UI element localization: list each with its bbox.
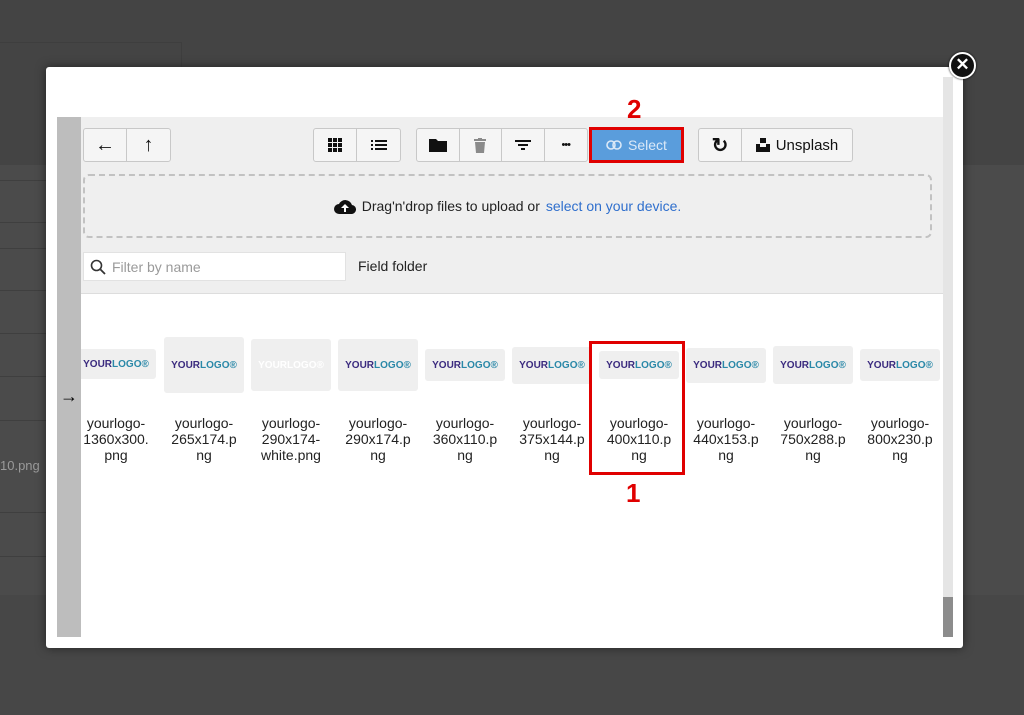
file-name: yourlogo- 1360x300. png — [83, 415, 149, 463]
background-row — [0, 248, 46, 249]
annotation-step-1: 1 — [626, 478, 641, 508]
file-thumbnail: YOUR LOGO ® — [164, 337, 244, 393]
unsplash-icon — [755, 138, 770, 152]
scrollbar-thumb[interactable] — [943, 597, 953, 637]
file-name: yourlogo- 800x230.p ng — [867, 415, 933, 463]
filter-input[interactable] — [112, 258, 332, 275]
grid-view-button[interactable] — [314, 129, 357, 161]
select-label: Select — [628, 137, 667, 153]
file-thumbnail: YOUR LOGO ® — [773, 346, 853, 384]
misc-actions-group: ↻ Unsplash — [698, 128, 853, 162]
file-browser-modal: ← ↑ ••• Select ↻ Unsplash Drag'n'drop fi… — [46, 67, 963, 648]
file-thumbnail: YOUR LOGO ® — [338, 339, 418, 391]
background-row — [0, 333, 46, 334]
sidebar-toggle-strip[interactable] — [57, 117, 81, 637]
file-name: yourlogo- 290x174- white.png — [261, 415, 321, 463]
annotation-highlight-file — [589, 341, 685, 475]
arrow-up-icon: ↑ — [143, 133, 154, 156]
refresh-button[interactable]: ↻ — [699, 129, 742, 161]
view-mode-group — [313, 128, 401, 162]
field-folder-label: Field folder — [358, 258, 428, 274]
file-name: yourlogo- 750x288.p ng — [780, 415, 846, 463]
file-thumbnail: YOUR LOGO ® — [81, 349, 156, 379]
toolbar-panel: ← ↑ ••• Select ↻ Unsplash Drag'n'drop fi… — [81, 117, 943, 294]
background-row — [0, 290, 46, 291]
file-name: yourlogo- 290x174.p ng — [345, 415, 411, 463]
dropzone-text: Drag'n'drop files to upload or — [361, 198, 540, 214]
select-device-link[interactable]: select on your device. — [546, 198, 681, 214]
navigation-group: ← ↑ — [83, 128, 171, 162]
background-filename: 10.png — [0, 458, 40, 473]
link-icon — [606, 140, 622, 150]
file-name: yourlogo- 375x144.p ng — [519, 415, 585, 463]
upload-dropzone[interactable]: Drag'n'drop files to upload or select on… — [83, 174, 932, 238]
filter-icon — [514, 140, 531, 150]
trash-icon — [474, 137, 487, 153]
new-folder-button[interactable] — [417, 129, 460, 161]
filter-field[interactable] — [83, 252, 346, 281]
file-thumbnail: YOUR LOGO ® — [860, 349, 940, 381]
file-thumbnail: YOUR LOGO ® — [251, 339, 331, 391]
close-button[interactable]: ✕ — [949, 52, 976, 79]
background-row — [0, 512, 46, 513]
arrow-right-icon: → — [60, 386, 78, 406]
arrow-left-icon: ← — [95, 133, 115, 156]
folder-icon — [428, 139, 447, 152]
select-button[interactable]: Select — [589, 127, 684, 163]
file-name: yourlogo- 440x153.p ng — [693, 415, 759, 463]
up-button[interactable]: ↑ — [127, 129, 170, 161]
refresh-icon: ↻ — [711, 134, 729, 157]
background-row — [0, 376, 46, 377]
delete-button[interactable] — [460, 129, 502, 161]
unsplash-label: Unsplash — [775, 136, 839, 154]
more-icon: ••• — [561, 139, 571, 151]
back-button[interactable]: ← — [84, 129, 127, 161]
search-icon — [90, 259, 106, 275]
list-view-icon — [370, 140, 387, 150]
annotation-step-2: 2 — [627, 94, 642, 124]
unsplash-button[interactable]: Unsplash — [742, 129, 852, 161]
vertical-scrollbar[interactable] — [943, 77, 953, 637]
cloud-upload-icon — [333, 199, 356, 214]
file-name: yourlogo- 265x174.p ng — [171, 415, 237, 463]
file-thumbnail: YOUR LOGO ® — [512, 347, 592, 384]
background-row — [0, 556, 46, 557]
list-view-button[interactable] — [357, 129, 400, 161]
more-button[interactable]: ••• — [545, 129, 587, 161]
grid-view-icon — [328, 138, 342, 152]
background-row — [0, 420, 46, 421]
background-tab — [0, 42, 182, 68]
file-grid: YOUR LOGO ® yourlogo- 1360x300. png YOUR LOGO… — [81, 294, 943, 637]
file-thumbnail: YOUR LOGO ® — [425, 349, 505, 381]
background-row — [0, 222, 46, 223]
filter-button[interactable] — [502, 129, 545, 161]
file-actions-group: ••• — [416, 128, 588, 162]
file-thumbnail: YOUR LOGO ® — [686, 348, 766, 383]
file-name: yourlogo- 360x110.p ng — [432, 415, 498, 463]
background-row — [0, 180, 46, 181]
